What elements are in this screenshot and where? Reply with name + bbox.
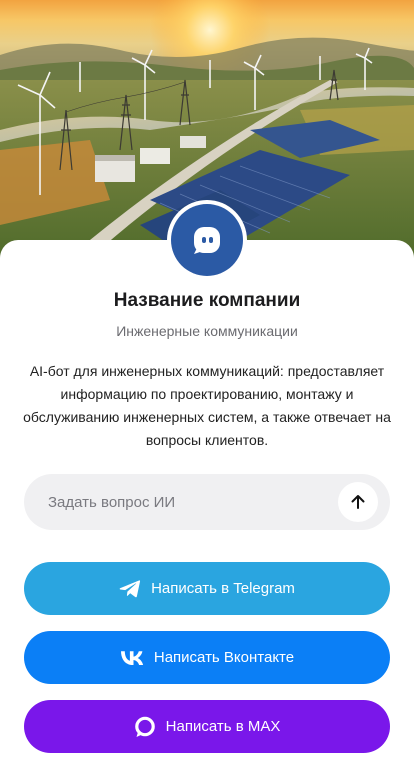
send-button[interactable] [338, 482, 378, 522]
max-icon [134, 716, 156, 738]
max-button-label: Написать в MAX [165, 718, 281, 735]
telegram-button[interactable]: Написать в Telegram [24, 562, 390, 615]
chat-bubble-icon [171, 204, 243, 276]
arrow-up-icon [351, 495, 365, 509]
telegram-icon [119, 579, 141, 599]
company-description: AI-бот для инженерных коммуникаций: пред… [23, 363, 391, 448]
telegram-button-label: Написать в Telegram [151, 580, 295, 597]
company-avatar [167, 200, 247, 280]
vkontakte-button-label: Написать Вконтакте [153, 649, 295, 666]
company-subtitle: Инженерные коммуникации [116, 323, 298, 339]
vk-icon [120, 650, 144, 665]
ask-ai-input[interactable] [48, 493, 328, 511]
vkontakte-button[interactable]: Написать Вконтакте [24, 631, 390, 684]
max-button[interactable]: Написать в MAX [24, 700, 390, 753]
ask-ai-bar [24, 474, 390, 530]
company-name: Название компании [113, 290, 301, 311]
